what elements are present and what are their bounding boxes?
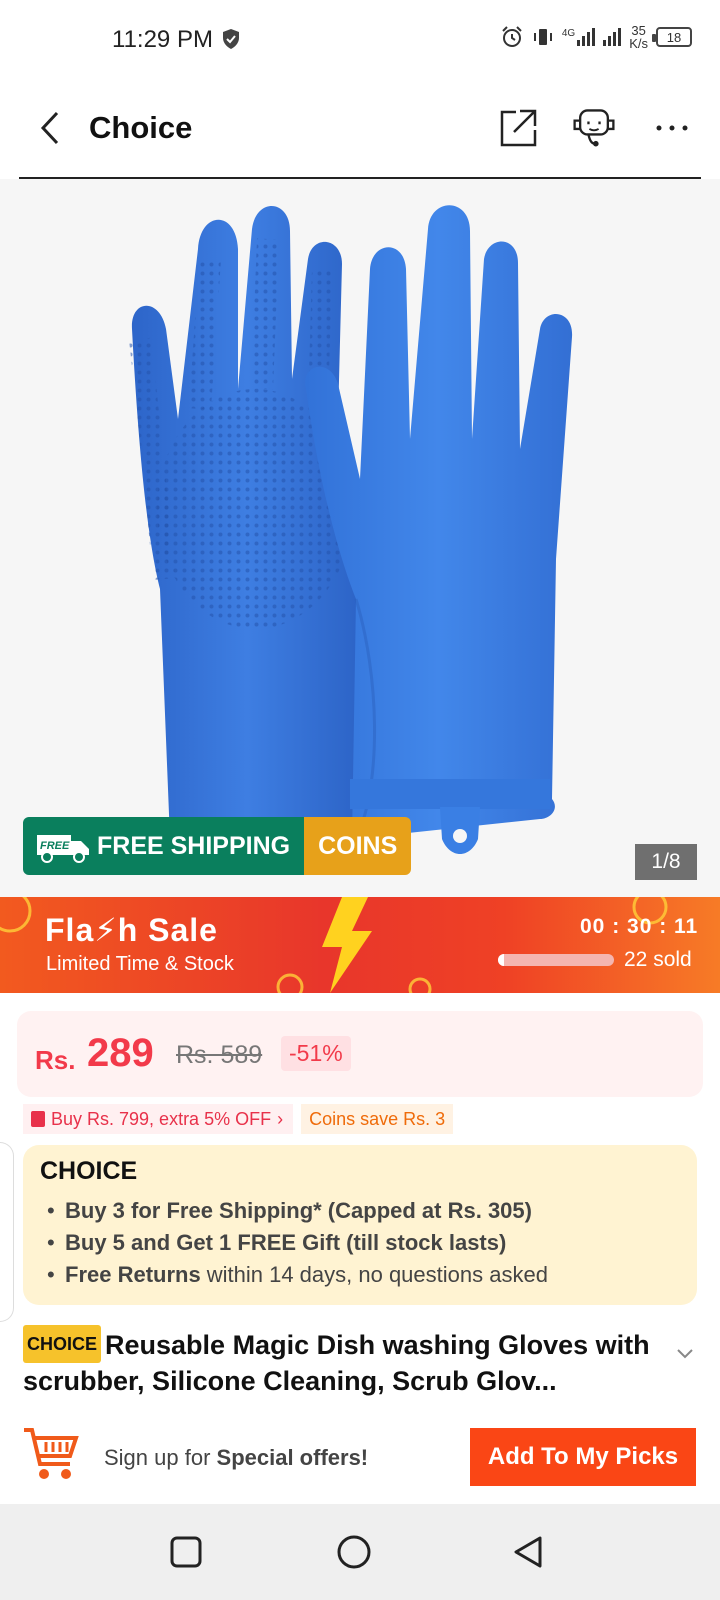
more-dots-icon (656, 125, 688, 131)
chevron-down-icon[interactable] (676, 1348, 694, 1360)
share-button[interactable] (494, 104, 542, 152)
more-button[interactable] (648, 104, 696, 152)
choice-benefit: • Buy 5 and Get 1 FREE Gift (till stock l… (47, 1230, 507, 1255)
signup-prompt[interactable]: Sign up for Special offers! (104, 1445, 368, 1471)
discount-badge: -51% (281, 1036, 351, 1071)
coins-badge: COINS (304, 817, 412, 875)
choice-benefits-list: • Buy 3 for Free Shipping* (Capped at Rs.… (47, 1195, 548, 1291)
cart-icon[interactable] (22, 1426, 80, 1482)
status-bar: 11:29 PM 4G 35 K/s 18 (0, 0, 720, 80)
back-button[interactable] (32, 108, 68, 148)
circle-icon (337, 1535, 371, 1569)
lightning-icon (322, 897, 372, 993)
free-shipping-badge: FREE FREE SHIPPING (23, 817, 305, 875)
flash-sale-banner[interactable]: Fla⚡h Sale Limited Time & Stock 00 : 30 … (0, 897, 720, 993)
original-price: Rs. 589 (176, 1041, 263, 1069)
promo-chips: Buy Rs. 799, extra 5% OFF › Coins save R… (23, 1104, 454, 1134)
voucher-icon (31, 1111, 45, 1127)
price-currency: Rs. (35, 1045, 76, 1075)
product-image (129, 205, 573, 854)
page-title: Choice (89, 110, 193, 145)
choice-benefits-box[interactable]: CHOICE • Buy 3 for Free Shipping* (Capped… (23, 1145, 697, 1305)
status-indicators: 4G 35 K/s 18 (500, 24, 692, 50)
customer-service-button[interactable] (570, 104, 618, 152)
product-title-text: Reusable Magic Dish washing Gloves with … (23, 1330, 650, 1396)
back-nav-button[interactable] (508, 1532, 548, 1572)
side-drawer-handle[interactable] (0, 1142, 14, 1322)
truck-icon: FREE (37, 835, 89, 863)
choice-benefit: • Free Returns within 14 days, no question… (47, 1262, 548, 1287)
battery-icon: 18 (652, 27, 692, 47)
app-header: Choice (0, 80, 720, 176)
sold-progress-fill (498, 954, 504, 966)
triangle-back-icon (514, 1536, 542, 1568)
signal-icon: 4G (562, 28, 596, 46)
signal-icon-2 (603, 28, 622, 46)
countdown-timer: 00 : 30 : 11 (580, 915, 699, 938)
choice-logo: CHOICE (40, 1157, 138, 1185)
shield-icon (223, 29, 239, 49)
status-time: 11:29 PM (112, 26, 213, 53)
chevron-left-icon (40, 111, 59, 145)
choice-benefit: • Buy 3 for Free Shipping* (Capped at Rs.… (47, 1198, 532, 1223)
sold-count: 22 sold (624, 948, 692, 971)
recents-button[interactable] (166, 1532, 206, 1572)
truck-free-text: FREE (40, 840, 70, 852)
share-icon (500, 109, 537, 147)
image-counter: 1/8 (635, 844, 697, 880)
vibrate-icon (533, 29, 552, 45)
choice-badge: CHOICE (23, 1325, 102, 1363)
coins-save-chip[interactable]: Coins save Rs. 3 (301, 1104, 454, 1134)
shipping-coins-badge: FREE FREE SHIPPING COINS (23, 817, 412, 875)
square-icon (170, 1536, 202, 1568)
alarm-icon (502, 26, 522, 47)
price-card: Rs. 289 Rs. 589 -51% (17, 1011, 703, 1097)
sold-progress-bar (498, 954, 614, 966)
home-button[interactable] (334, 1532, 374, 1572)
add-to-picks-button[interactable]: Add To My Picks (470, 1428, 696, 1486)
bottom-action-bar: Sign up for Special offers! Add To My Pi… (0, 1400, 720, 1504)
system-nav-bar (0, 1504, 720, 1600)
network-speed: 35 K/s (629, 23, 648, 51)
chevron-right-icon: › (277, 1108, 284, 1129)
current-price: 289 (87, 1031, 154, 1075)
coins-save-label: Coins save Rs. 3 (309, 1108, 446, 1129)
flash-sale-subtitle: Limited Time & Stock (46, 953, 234, 975)
store-offer-chip[interactable]: Buy Rs. 799, extra 5% OFF › (23, 1104, 294, 1134)
free-shipping-label: FREE SHIPPING (97, 831, 291, 860)
coins-label: COINS (318, 831, 398, 860)
product-title[interactable]: CHOICE Reusable Magic Dish washing Gloves… (23, 1325, 663, 1399)
product-image-gallery[interactable] (0, 179, 720, 897)
chat-bot-icon (573, 109, 615, 147)
store-offer-label: Buy Rs. 799, extra 5% OFF (51, 1108, 272, 1129)
flash-sale-title: Fla⚡h Sale (45, 912, 218, 948)
